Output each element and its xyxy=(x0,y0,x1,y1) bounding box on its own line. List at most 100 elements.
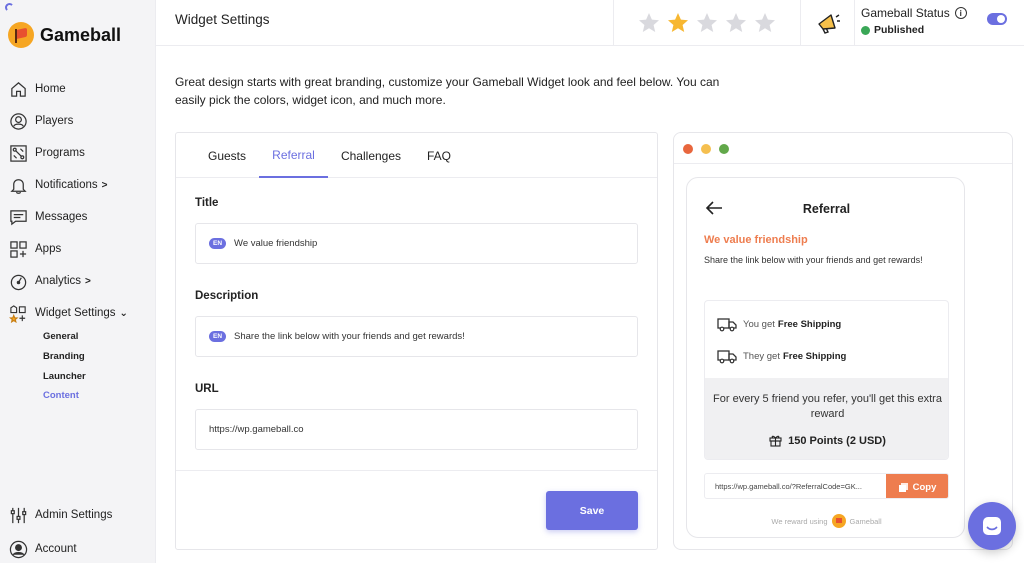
status-toggle[interactable] xyxy=(987,13,1007,25)
subnav-item-general[interactable]: General xyxy=(43,327,154,347)
widget-description: Share the link below with your friends a… xyxy=(704,255,923,265)
gift-icon xyxy=(769,435,782,447)
sidebar-item-widget-settings[interactable]: Widget Settings ⌄ xyxy=(8,297,154,329)
sidebar-item-label: Apps xyxy=(35,243,62,255)
tab-faq[interactable]: FAQ xyxy=(416,133,462,178)
chat-launcher-button[interactable] xyxy=(968,502,1016,550)
reward-box: You get Free Shipping They get Free Ship… xyxy=(704,300,949,460)
title-label: Title xyxy=(195,197,219,209)
content-form-card: Guests Referral Challenges FAQ Title EN … xyxy=(175,132,658,550)
sidebar-item-analytics[interactable]: Analytics > xyxy=(8,265,154,297)
description-field[interactable]: EN Share the link below with your friend… xyxy=(195,316,638,357)
description-label: Description xyxy=(195,290,259,302)
they-get-prefix: They get xyxy=(743,350,780,362)
language-badge: EN xyxy=(209,331,227,342)
window-titlebar xyxy=(674,133,1012,164)
copy-button[interactable]: Copy xyxy=(886,474,948,498)
they-get-row: They get Free Shipping xyxy=(717,348,846,364)
tab-guests[interactable]: Guests xyxy=(194,133,260,178)
star-icon[interactable] xyxy=(695,11,719,35)
window-close-dot-icon xyxy=(683,144,693,154)
sidebar-item-label: Home xyxy=(35,83,66,95)
sidebar-item-label: Notifications xyxy=(35,179,98,191)
announcements-button[interactable] xyxy=(801,0,855,46)
chat-icon xyxy=(983,517,1001,535)
status-dot-icon xyxy=(861,25,870,35)
analytics-icon xyxy=(8,271,28,291)
title-field[interactable]: EN We value friendship xyxy=(195,223,638,264)
intro-text: Great design starts with great branding,… xyxy=(175,75,720,107)
powered-by: We reward using Gameball xyxy=(687,514,966,528)
sidebar-item-programs[interactable]: Programs xyxy=(8,137,154,169)
apps-icon xyxy=(8,239,28,259)
language-badge: EN xyxy=(209,238,227,249)
chevron-down-icon: ⌄ xyxy=(119,307,128,319)
rating-stars[interactable] xyxy=(613,0,801,46)
sidebar-item-home[interactable]: Home xyxy=(8,73,154,105)
powered-brand: Gameball xyxy=(849,516,882,526)
widget-title: Referral xyxy=(802,202,851,216)
widget-settings-icon xyxy=(8,303,28,323)
sidebar-item-label: Analytics xyxy=(35,275,82,287)
sidebar-item-label: Programs xyxy=(35,147,85,159)
save-button[interactable]: Save xyxy=(546,491,638,530)
star-icon[interactable] xyxy=(637,11,661,35)
megaphone-icon xyxy=(817,14,840,34)
programs-icon xyxy=(8,143,28,163)
sidebar-bottom-nav: Admin Settings Account xyxy=(8,498,154,563)
divider xyxy=(176,470,657,471)
star-icon[interactable] xyxy=(753,11,777,35)
you-get-row: You get Free Shipping xyxy=(717,316,841,332)
chevron-right-icon: > xyxy=(85,275,91,287)
brand-name: Gameball xyxy=(40,24,122,45)
tab-referral[interactable]: Referral xyxy=(259,133,328,178)
tab-challenges[interactable]: Challenges xyxy=(332,133,410,178)
message-icon xyxy=(8,207,28,227)
you-get-prefix: You get xyxy=(743,318,775,330)
gameball-logo-icon xyxy=(831,514,846,528)
widget-preview-window: Referral We value friendship Share the l… xyxy=(673,132,1013,550)
brand[interactable]: Gameball xyxy=(8,22,121,48)
title-value: We value friendship xyxy=(234,238,318,249)
extra-reward-points: 150 Points (2 USD) xyxy=(705,434,948,447)
account-icon xyxy=(8,539,28,559)
extra-points-value: 150 Points (2 USD) xyxy=(788,434,886,447)
sidebar-item-label: Players xyxy=(35,115,74,127)
sidebar-item-players[interactable]: Players xyxy=(8,105,154,137)
status-value: Published xyxy=(874,24,925,36)
url-label: URL xyxy=(195,383,219,395)
copy-icon xyxy=(898,482,908,492)
sidebar-item-account[interactable]: Account xyxy=(8,532,154,563)
star-icon[interactable] xyxy=(724,11,748,35)
url-field[interactable]: https://wp.gameball.co xyxy=(195,409,638,450)
gameball-logo-icon xyxy=(8,22,34,48)
sidebar: Gameball Home Players Programs Notificat… xyxy=(0,0,156,563)
sidebar-item-label: Widget Settings xyxy=(35,307,116,319)
copy-label: Copy xyxy=(912,481,937,493)
truck-icon xyxy=(717,318,737,332)
sidebar-item-notifications[interactable]: Notifications > xyxy=(8,169,154,201)
subnav-item-launcher[interactable]: Launcher xyxy=(43,366,154,386)
sidebar-item-label: Account xyxy=(35,543,77,555)
window-maximize-dot-icon xyxy=(719,144,729,154)
sidebar-nav: Home Players Programs Notifications > Me… xyxy=(8,73,154,406)
chevron-right-icon: > xyxy=(101,179,108,191)
sidebar-item-messages[interactable]: Messages xyxy=(8,201,154,233)
sidebar-item-label: Admin Settings xyxy=(35,509,113,521)
referral-link[interactable]: https://wp.gameball.co/?ReferralCode=GK.… xyxy=(715,482,885,491)
sidebar-item-admin-settings[interactable]: Admin Settings xyxy=(8,498,154,532)
window-minimize-dot-icon xyxy=(701,144,711,154)
widget-heading: We value friendship xyxy=(704,234,808,246)
star-icon[interactable] xyxy=(666,11,690,35)
gameball-status: Gameball Status i Published xyxy=(861,6,967,36)
page-title: Widget Settings xyxy=(175,12,270,27)
subnav-item-content[interactable]: Content xyxy=(43,386,154,406)
sliders-icon xyxy=(8,505,28,525)
subnav-item-branding[interactable]: Branding xyxy=(43,347,154,367)
home-icon xyxy=(8,79,28,99)
sidebar-item-apps[interactable]: Apps xyxy=(8,233,154,265)
description-value: Share the link below with your friends a… xyxy=(234,331,465,342)
info-icon[interactable]: i xyxy=(954,7,967,19)
sidebar-item-label: Messages xyxy=(35,211,88,223)
bell-icon xyxy=(8,175,28,195)
